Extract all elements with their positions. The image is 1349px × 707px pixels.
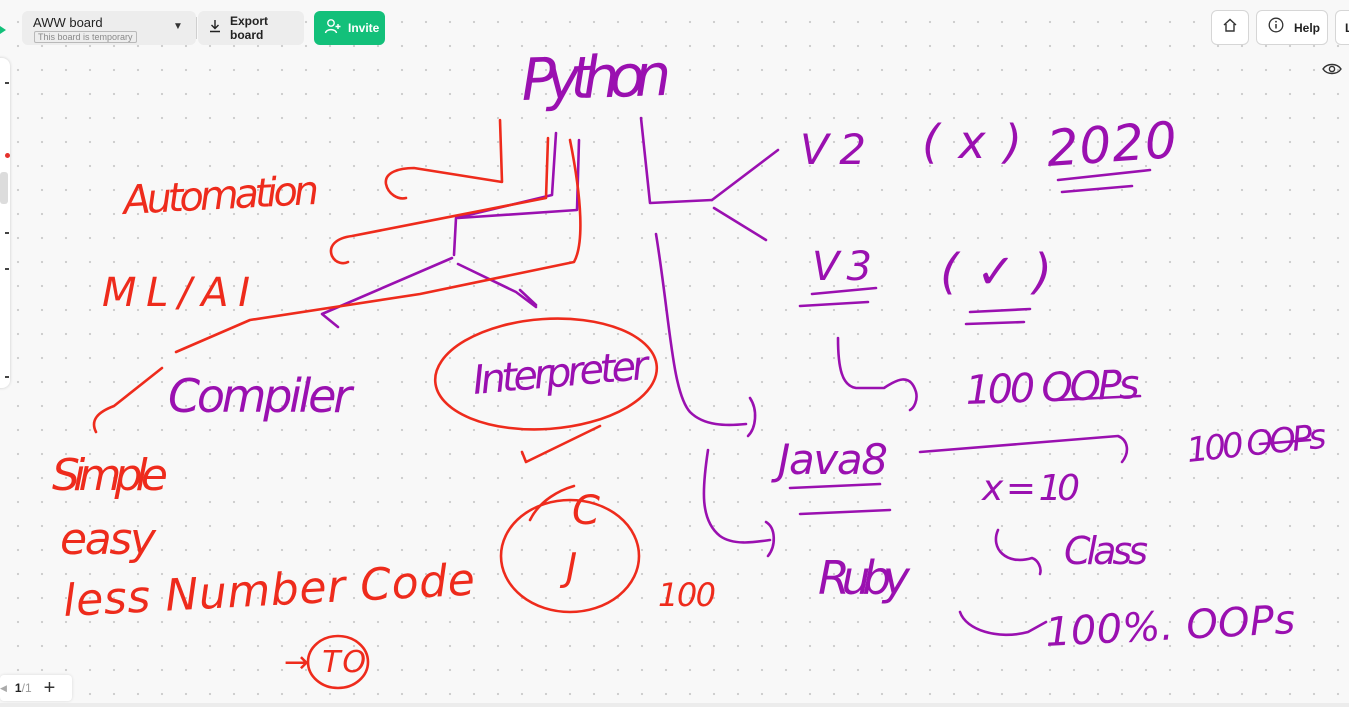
total-pages: /1 (21, 681, 32, 695)
eye-icon[interactable] (1322, 62, 1342, 81)
board-title-card[interactable]: AWW board This board is temporary ▼ (22, 11, 196, 45)
toolbar-tool-tick[interactable] (5, 232, 9, 234)
year-underline-2 (1060, 184, 1134, 194)
hw-easy[interactable]: easy (60, 514, 157, 565)
red-hook-automation (384, 118, 504, 200)
hw-hundred-oops-right[interactable]: 100 OOPs (1185, 417, 1328, 471)
hw-hundred[interactable]: 100 (658, 576, 716, 614)
hw-check[interactable]: (✓) (940, 244, 1052, 300)
info-icon (1268, 17, 1284, 38)
v3-underline-2 (798, 300, 870, 308)
check-underline-1 (968, 307, 1032, 314)
toolbar-selected-tool[interactable] (0, 172, 8, 204)
help-button[interactable]: Help (1256, 10, 1328, 45)
hw-x-eq[interactable]: x = 10 (981, 468, 1080, 509)
class-hook (994, 528, 1042, 576)
java-arrow (918, 434, 1129, 464)
invite-label: Invite (348, 21, 380, 35)
red-hook-mlai (329, 136, 550, 265)
java-underline-1 (788, 482, 882, 490)
add-page-icon[interactable]: + (44, 678, 56, 698)
hw-x-mark[interactable]: (x) (922, 115, 1022, 169)
branch-v2 (710, 148, 780, 202)
hw-python[interactable]: Python (520, 41, 672, 114)
home-button[interactable] (1211, 10, 1249, 45)
chevron-down-icon[interactable]: ▼ (173, 21, 183, 32)
hw-circle-c[interactable]: C (572, 488, 600, 534)
whiteboard-canvas[interactable]: Python Automation ML/AI Compiler Interpr… (0, 0, 1349, 707)
hw-compiler[interactable]: Compiler (168, 369, 355, 423)
red-to-simple (92, 366, 164, 434)
board-status-badge: This board is temporary (34, 31, 137, 43)
trunk-v (639, 116, 714, 205)
java-link (746, 396, 757, 438)
to-interpreter (456, 262, 538, 309)
home-icon (1222, 17, 1238, 38)
invite-button[interactable]: Invite (314, 11, 385, 45)
add-user-icon (324, 18, 342, 39)
hw-year[interactable]: 2020 (1045, 111, 1179, 178)
export-board-button[interactable]: Export board (198, 11, 304, 45)
branch-v3 (712, 206, 768, 242)
hw-java8[interactable]: Java8 (771, 435, 888, 484)
hw-to[interactable]: → TO (284, 645, 366, 680)
hw-ml-ai[interactable]: ML/AI (102, 270, 250, 316)
download-icon (208, 19, 222, 38)
hw-simple[interactable]: Simple (52, 450, 168, 501)
hw-hundred-oops-bottom[interactable]: 100%. OOPs (1044, 597, 1296, 656)
export-board-label: Export board (230, 14, 269, 42)
python-stem-left (452, 131, 558, 257)
board-name[interactable]: AWW board (33, 15, 103, 30)
prev-page-icon[interactable]: ◀ (0, 683, 7, 694)
hw-automation[interactable]: Automation (119, 168, 320, 224)
hw-less-number-code[interactable]: less Number Code (62, 554, 476, 626)
toolbar-divider (196, 17, 197, 39)
toolbar-tool-tick[interactable] (5, 268, 9, 270)
app-logo-icon[interactable] (0, 20, 8, 45)
java-underline-2 (798, 508, 892, 516)
toolbar-tool-tick[interactable] (5, 82, 9, 84)
long-curve (654, 232, 748, 427)
color-indicator[interactable] (5, 153, 10, 158)
hw-hundred-oops[interactable]: 100 OOPs (965, 362, 1140, 414)
drawing-layer[interactable]: Python Automation ML/AI Compiler Interpr… (0, 0, 1349, 707)
bottom-scroll-track[interactable] (0, 703, 1349, 707)
partial-button[interactable]: L (1335, 10, 1349, 45)
check-underline-2 (964, 320, 1026, 326)
hw-class[interactable]: Class (1064, 529, 1148, 573)
ruby-curve (702, 448, 772, 544)
hw-v3[interactable]: V3 (812, 244, 872, 290)
hw-interpreter[interactable]: Interpreter (471, 343, 653, 404)
bottom-hook (958, 610, 1048, 637)
page-navigator: ◀ 1 /1 + (0, 675, 72, 701)
hw-ruby[interactable]: Ruby (818, 551, 911, 605)
v3-hook (836, 336, 918, 412)
help-label: Help (1294, 20, 1321, 35)
current-page: 1 (14, 681, 22, 695)
left-toolbar[interactable] (0, 58, 10, 388)
hw-v2[interactable]: V2 (800, 125, 866, 174)
interpreter-tail (520, 424, 602, 464)
hw-circle-j[interactable]: J (559, 545, 577, 589)
toolbar-tool-tick[interactable] (5, 376, 9, 378)
